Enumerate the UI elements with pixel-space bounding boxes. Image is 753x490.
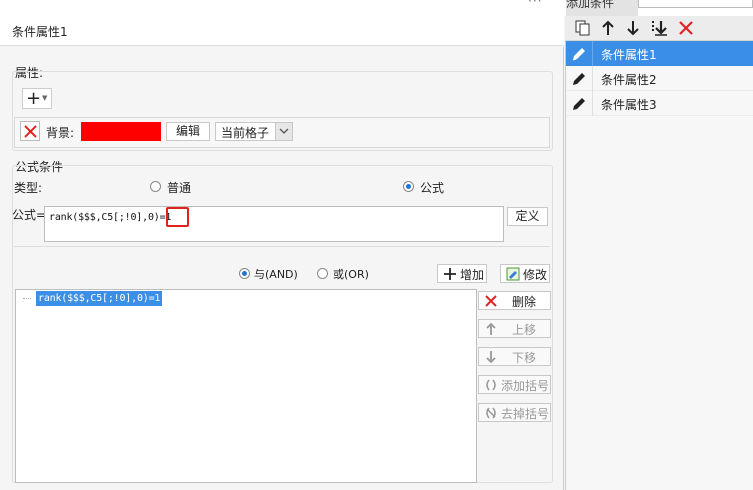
logic-radio-and[interactable] — [239, 268, 250, 279]
plus-icon — [444, 268, 456, 280]
type-radio-formula[interactable] — [403, 181, 414, 192]
condition-list[interactable] — [15, 289, 477, 483]
move-up-button-label: 上移 — [512, 323, 537, 337]
remove-brackets-icon — [486, 407, 496, 419]
chevron-down-icon — [275, 123, 292, 140]
type-radio-formula-label[interactable]: 公式 — [420, 179, 444, 196]
formula-input[interactable]: rank($$$,C5[;!0],0)=1 — [44, 206, 504, 242]
copy-icon[interactable] — [574, 19, 592, 37]
type-radio-normal-label[interactable]: 普通 — [167, 179, 191, 196]
scope-select[interactable]: 当前格子 — [215, 122, 293, 141]
modify-button[interactable]: 修改 — [500, 264, 550, 283]
formula-input-value: rank($$$,C5[;!0],0)=1 — [49, 212, 172, 223]
modify-icon — [506, 267, 520, 281]
arrow-up-icon[interactable] — [599, 19, 617, 37]
more-menu-icon[interactable]: ··· — [528, 0, 542, 8]
logic-radio-or-label[interactable]: 或(OR) — [333, 266, 369, 282]
pencil-icon — [573, 98, 585, 110]
condition-item-label: 条件属性2 — [601, 73, 657, 87]
condition-item-3[interactable]: 条件属性3 — [566, 91, 753, 116]
type-label: 类型: — [14, 181, 43, 195]
condition-item-2[interactable]: 条件属性2 — [566, 66, 753, 91]
logic-radio-and-label[interactable]: 与(AND) — [254, 266, 298, 282]
type-radio-normal[interactable] — [150, 181, 161, 192]
formula-label: 公式= — [12, 208, 47, 222]
close-icon — [485, 295, 497, 307]
arrow-down-icon[interactable] — [624, 19, 642, 37]
divider — [592, 41, 593, 66]
add-brackets-button-label: 添加括号 — [501, 379, 550, 393]
divider — [592, 66, 593, 91]
caret-down-icon: ▼ — [42, 94, 48, 102]
tab-add-condition[interactable]: 添加条件 — [566, 0, 638, 16]
background-label: 背景: — [46, 126, 75, 140]
add-button-label: 增加 — [460, 268, 485, 282]
condition-title: 条件属性1 — [12, 25, 68, 39]
add-button[interactable]: 增加 — [437, 264, 487, 283]
highlight-annotation-box — [166, 207, 189, 227]
arrow-down-icon — [486, 351, 496, 364]
move-down-button[interactable]: 下移 — [478, 347, 551, 366]
tree-connector — [23, 298, 31, 299]
delete-button-label: 删除 — [512, 295, 537, 309]
arrow-up-icon — [486, 322, 496, 335]
move-down-button-label: 下移 — [512, 351, 537, 365]
move-bottom-icon[interactable] — [650, 19, 668, 37]
background-color-swatch — [81, 122, 161, 141]
brackets-icon — [486, 379, 496, 391]
divider — [14, 246, 550, 247]
define-button[interactable]: 定义 — [507, 207, 548, 226]
condition-item-1[interactable]: 条件属性1 — [566, 41, 753, 66]
plus-icon: + — [26, 88, 42, 109]
add-property-button[interactable]: + ▼ — [22, 88, 52, 109]
pencil-icon — [573, 73, 585, 85]
remove-brackets-button-label: 去掉括号 — [501, 407, 550, 421]
condition-list-item[interactable]: rank($$$,C5[;!0],0)=1 — [36, 291, 163, 306]
modify-button-label: 修改 — [523, 268, 548, 282]
add-brackets-button[interactable]: 添加括号 — [478, 375, 551, 394]
add-condition-field[interactable] — [638, 0, 753, 8]
condition-item-label: 条件属性3 — [601, 98, 657, 112]
divider — [592, 91, 593, 116]
delete-button[interactable]: 删除 — [478, 291, 551, 310]
move-up-button[interactable]: 上移 — [478, 319, 551, 338]
pencil-icon — [572, 48, 585, 61]
remove-brackets-button[interactable]: 去掉括号 — [478, 403, 551, 422]
remove-property-button[interactable] — [20, 121, 40, 141]
scope-select-value: 当前格子 — [221, 126, 270, 140]
tab-add-condition-label: 添加条件 — [566, 0, 615, 10]
logic-radio-or[interactable] — [317, 268, 328, 279]
close-icon — [24, 125, 37, 138]
top-strip: ··· 添加条件 — [0, 0, 753, 16]
delete-icon[interactable] — [677, 19, 695, 37]
condition-title-bar: 条件属性1 — [0, 16, 564, 46]
edit-button[interactable]: 编辑 — [166, 122, 210, 141]
condition-item-label: 条件属性1 — [601, 48, 657, 62]
